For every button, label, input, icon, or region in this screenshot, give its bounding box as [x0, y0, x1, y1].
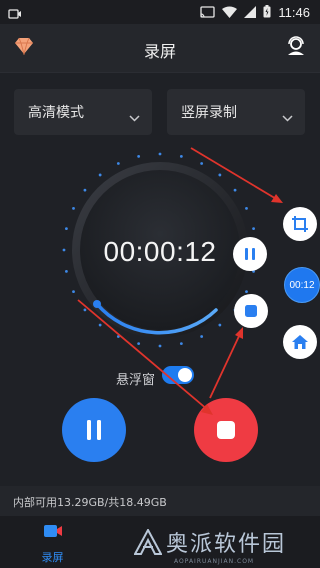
dial-tick-dot: [137, 155, 141, 158]
dial-tick-dot: [65, 227, 68, 231]
wifi-icon: [222, 3, 238, 22]
float-window-label: 悬浮窗: [116, 373, 156, 388]
status-bar: 11:46: [0, 0, 320, 24]
dial-tick-dot: [116, 335, 120, 338]
dial-tick-dot: [98, 323, 102, 327]
dial-tick-dot: [245, 206, 248, 210]
arrowhead: [271, 194, 283, 203]
floating-timer-text: 00:12: [289, 279, 315, 291]
dial-tick-dot: [233, 188, 237, 192]
dial-tick-dot: [252, 227, 255, 231]
chevron-down-icon: [129, 107, 140, 126]
dial-tick-dot: [72, 290, 75, 294]
watermark-subtext: AOPAIRUANJIAN.COM: [174, 558, 255, 565]
dial-tick-dot: [116, 162, 120, 165]
progress-start-dot: [93, 300, 101, 308]
dial-tick-dot: [83, 308, 87, 312]
watermark-logo: [134, 529, 162, 555]
status-time: 11:46: [278, 5, 310, 20]
orientation-select-label: 竖屏录制: [181, 105, 237, 121]
quality-select-label: 高清模式: [28, 105, 84, 121]
dial-tick-dot: [98, 173, 102, 177]
home-button[interactable]: [283, 325, 317, 359]
tab-record-label: 录屏: [41, 551, 64, 564]
pause-button[interactable]: [62, 398, 126, 462]
dial-tick-dot: [179, 155, 183, 158]
float-stop-button[interactable]: [234, 294, 268, 328]
dial-tick-dot: [179, 342, 183, 345]
dial-tick-dot: [158, 344, 162, 348]
storage-text: 内部可用13.29GB/共18.49GB: [13, 496, 167, 509]
toggle-knob: [178, 368, 192, 382]
video-camera-icon: [43, 523, 63, 543]
stop-icon: [217, 421, 235, 439]
pause-icon: [87, 420, 101, 440]
cast-icon: [200, 3, 216, 22]
dial-tick-dot: [72, 206, 75, 210]
dial-tick-dot: [83, 188, 87, 192]
dial-tick-dot: [218, 173, 222, 177]
watermark-text: 奥派软件园: [166, 532, 287, 557]
elapsed-time: 00:00:12: [103, 236, 217, 267]
storage-info: 内部可用13.29GB/共18.49GB: [0, 486, 320, 516]
battery-icon: [263, 3, 271, 22]
orientation-select[interactable]: 竖屏录制: [167, 89, 305, 135]
floating-timer-badge[interactable]: 00:12: [284, 267, 320, 303]
dial-tick-dot: [65, 269, 68, 273]
dial-tick-dot: [62, 248, 66, 252]
dial-tick-dot: [200, 335, 204, 338]
screen-record-icon: [8, 5, 22, 24]
user-service-icon[interactable]: [286, 36, 306, 60]
pause-icon: [245, 248, 255, 260]
dial-tick-dot: [218, 323, 222, 327]
tab-record[interactable]: 录屏: [0, 516, 105, 568]
dial-tick-dot: [245, 290, 248, 294]
float-window-toggle[interactable]: [162, 366, 194, 384]
dial-tick-dot: [137, 342, 141, 345]
stop-button[interactable]: [194, 398, 258, 462]
crop-button[interactable]: [283, 207, 317, 241]
stop-icon: [245, 305, 257, 317]
quality-select[interactable]: 高清模式: [14, 89, 152, 135]
signal-icon: [244, 3, 257, 22]
float-pause-button[interactable]: [233, 237, 267, 271]
dial-tick-dot: [200, 162, 204, 165]
home-icon: [292, 335, 308, 349]
crop-icon: [292, 216, 308, 232]
app-bar: 录屏: [0, 24, 320, 73]
chevron-down-icon: [282, 107, 293, 126]
page-title: 录屏: [143, 42, 176, 61]
dial-tick-dot: [158, 152, 162, 156]
watermark: 奥派软件园 AOPAIRUANJIAN.COM: [134, 526, 287, 565]
